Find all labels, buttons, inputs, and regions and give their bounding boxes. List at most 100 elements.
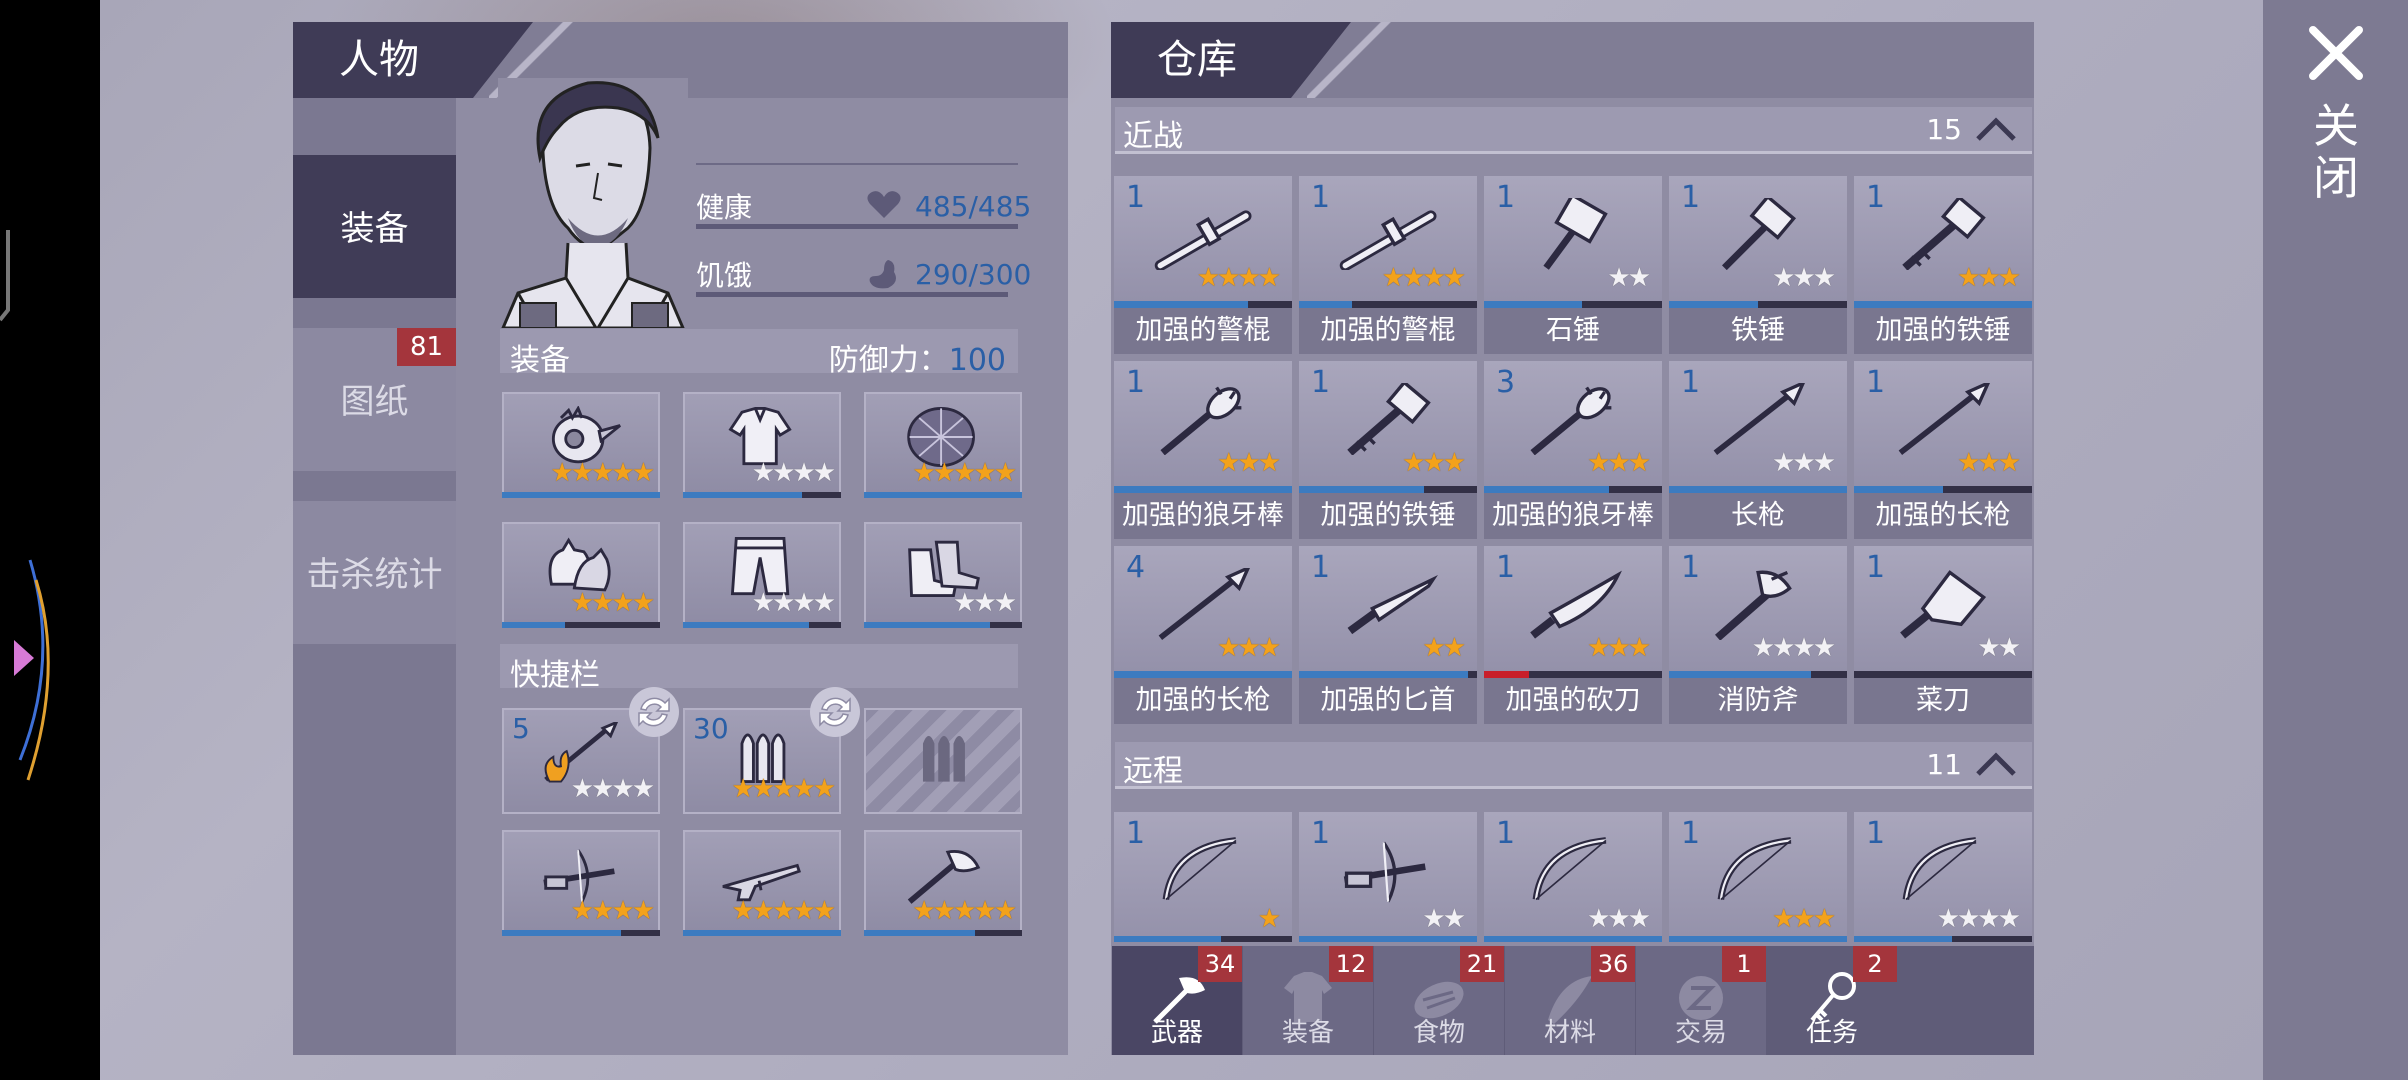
item-picture: 1 ★★★ <box>1669 176 1847 301</box>
slot-stars: ★★★★★ <box>912 896 1017 926</box>
item-qty: 1 <box>1496 816 1516 851</box>
close-icon[interactable] <box>2305 22 2367 84</box>
item-qty: 1 <box>1681 550 1701 585</box>
tab-weapon[interactable]: 武器 34 <box>1112 946 1242 1055</box>
warehouse-item[interactable]: 3 ★★★ 加强的狼牙棒 <box>1484 361 1662 539</box>
item-name: 加强的铁锤 <box>1854 308 2032 354</box>
quickbar-slot[interactable]: ★★★★★ <box>864 830 1022 936</box>
stone-hammer-icon <box>1543 198 1608 270</box>
character-title: 人物 <box>339 37 419 83</box>
bow-icon <box>1532 837 1607 901</box>
item-qty: 1 <box>1681 365 1701 400</box>
tab-trade[interactable]: 交易 1 <box>1636 946 1766 1055</box>
dagger-icon <box>1347 575 1438 635</box>
spear-icon <box>1158 568 1250 640</box>
slot-stars: ★★★★★ <box>912 458 1017 488</box>
nav-kill-stats[interactable]: 击杀统计 <box>293 501 456 644</box>
quickbar-label: 快捷栏 <box>510 658 600 693</box>
equipment-slot[interactable]: ★★★★★ <box>502 392 660 498</box>
collapse-ranged-icon[interactable] <box>1974 750 2018 778</box>
iron-hammer-icon <box>1721 198 1797 270</box>
item-stars: ★★★ <box>1772 904 1836 934</box>
collapse-melee-icon[interactable] <box>1974 115 2018 143</box>
slot-qty: 5 <box>512 712 530 745</box>
warehouse-item[interactable]: 1 ★★★ 铁锤 <box>1669 176 1847 354</box>
warehouse-item[interactable]: 1 ★★★★ 消防斧 <box>1669 546 1847 724</box>
swap-icon[interactable] <box>627 685 681 739</box>
equipment-slot[interactable]: ★★★★ <box>683 392 841 498</box>
warehouse-item[interactable]: 1 ★★ 加强的匕首 <box>1299 546 1477 724</box>
bow-icon <box>1902 837 1977 901</box>
quickbar-slot[interactable] <box>864 708 1022 814</box>
tab-material[interactable]: 材料 36 <box>1505 946 1635 1055</box>
warehouse-item[interactable]: 1 ★★★ 长枪 <box>1669 361 1847 539</box>
warehouse-item[interactable]: 1 ★★★ <box>1484 812 1662 942</box>
item-name: 菜刀 <box>1854 678 2032 724</box>
nav-equipment-label: 装备 <box>340 209 409 249</box>
melee-label: 近战 <box>1123 119 1183 154</box>
item-picture: 1 ★★ <box>1854 546 2032 671</box>
hunger-value: 290/300 <box>915 258 1032 291</box>
durability-bar <box>864 930 1022 936</box>
durability-bar <box>1114 486 1292 493</box>
tab-food[interactable]: 食物 21 <box>1374 946 1504 1055</box>
item-qty: 4 <box>1126 550 1146 585</box>
warehouse-item[interactable]: 1 ★★★★ 加强的警棍 <box>1299 176 1477 354</box>
warehouse-item[interactable]: 1 ★★★ 加强的长枪 <box>1854 361 2032 539</box>
tab-equipment[interactable]: 装备 12 <box>1243 946 1373 1055</box>
item-name: 加强的铁锤 <box>1299 493 1477 539</box>
item-qty: 1 <box>1866 550 1886 585</box>
equipment-slot[interactable]: ★★★★ <box>502 522 660 628</box>
warehouse-item[interactable]: 1 ★★ <box>1299 812 1477 942</box>
quickbar-slot[interactable]: ★★★★ <box>502 830 660 936</box>
item-qty: 1 <box>1126 365 1146 400</box>
warehouse-item[interactable]: 1 ★★★ 加强的铁锤 <box>1854 176 2032 354</box>
item-qty: 1 <box>1496 180 1516 215</box>
equipment-slot[interactable]: ★★★★ <box>683 522 841 628</box>
warehouse-item[interactable]: 1 ★★ 菜刀 <box>1854 546 2032 724</box>
tab-label: 食物 <box>1412 1018 1465 1048</box>
tab-task[interactable]: 任务 2 <box>1767 946 1897 1055</box>
ranged-count: 11 <box>1926 748 1962 781</box>
durability-bar <box>1299 936 1477 942</box>
warehouse-item[interactable]: 1 ★★★★ 加强的警棍 <box>1114 176 1292 354</box>
tab-label: 材料 <box>1543 1018 1596 1048</box>
crossbow-icon <box>1343 841 1426 903</box>
durability-bar <box>683 622 841 628</box>
item-stars: ★★★★ <box>1381 263 1466 293</box>
slot-stars: ★★★★ <box>570 774 655 804</box>
slot-qty: 30 <box>693 712 729 745</box>
durability-bar <box>1299 671 1477 678</box>
warehouse-item[interactable]: 4 ★★★ 加强的长枪 <box>1114 546 1292 724</box>
nav-blueprints[interactable]: 图纸 81 <box>293 328 456 471</box>
item-picture: 1 ★★★ <box>1854 361 2032 486</box>
warehouse-item[interactable]: 1 ★ <box>1114 812 1292 942</box>
warehouse-item[interactable]: 1 ★★★ 加强的砍刀 <box>1484 546 1662 724</box>
health-label: 健康 <box>696 191 753 224</box>
durability-bar <box>502 930 660 936</box>
equipment-slot[interactable]: ★★★★★ <box>864 392 1022 498</box>
slot-stars: ★★★★ <box>751 588 836 618</box>
melee-category[interactable]: 近战 15 <box>1115 107 2032 154</box>
warehouse-item[interactable]: 1 ★★★ <box>1669 812 1847 942</box>
item-name: 加强的警棍 <box>1114 308 1292 354</box>
swap-icon[interactable] <box>808 685 862 739</box>
warehouse-item[interactable]: 1 ★★★★ <box>1854 812 2032 942</box>
nav-equipment[interactable]: 装备 <box>293 155 456 298</box>
item-stars: ★★★ <box>1772 448 1836 478</box>
item-stars: ★★★ <box>1217 448 1281 478</box>
spear-icon <box>1898 383 1990 455</box>
close-label[interactable]: 关闭 <box>2310 100 2362 204</box>
durability-bar <box>1669 671 1847 678</box>
equipment-slot[interactable]: ★★★ <box>864 522 1022 628</box>
item-picture: 4 ★★★ <box>1114 546 1292 671</box>
warehouse-item[interactable]: 1 ★★ 石锤 <box>1484 176 1662 354</box>
stomach-icon <box>869 260 896 289</box>
item-stars: ★★★ <box>1957 263 2021 293</box>
item-stars: ★★★★ <box>1936 904 2021 934</box>
quickbar-slot[interactable]: ★★★★★ <box>683 830 841 936</box>
warehouse-item[interactable]: 1 ★★★ 加强的铁锤 <box>1299 361 1477 539</box>
durability-bar <box>1669 936 1847 942</box>
warehouse-item[interactable]: 1 ★★★ 加强的狼牙棒 <box>1114 361 1292 539</box>
ranged-category[interactable]: 远程 11 <box>1115 742 2032 789</box>
